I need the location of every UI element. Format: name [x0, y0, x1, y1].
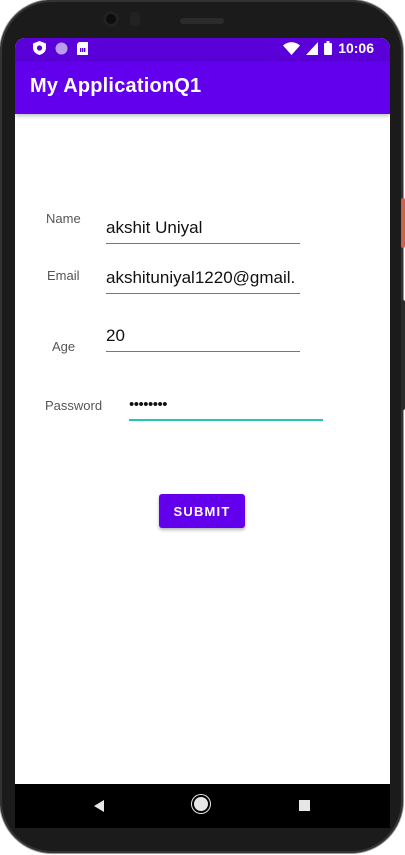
home-icon[interactable]: [194, 797, 208, 811]
submit-button[interactable]: SUBMIT: [159, 494, 245, 528]
email-value: akshituniyal1220@gmail.: [106, 268, 296, 287]
app-bar: My ApplicationQ1: [15, 61, 390, 114]
status-bar: 10:06: [15, 38, 390, 61]
name-label: Name: [46, 211, 81, 226]
age-value: 20: [106, 326, 125, 345]
password-value: ••••••••: [129, 396, 168, 413]
screen: 10:06 My ApplicationQ1 Name akshit Uniya…: [15, 38, 390, 784]
recents-icon[interactable]: [299, 800, 310, 811]
email-label: Email: [47, 268, 80, 283]
volume-button: [401, 300, 405, 410]
navigation-bar: [15, 784, 390, 828]
email-input[interactable]: akshituniyal1220@gmail.: [106, 264, 300, 294]
sim-card-icon: [77, 41, 88, 55]
password-label: Password: [45, 398, 103, 413]
signal-icon: [306, 41, 319, 55]
wifi-icon: [283, 41, 301, 55]
name-input[interactable]: akshit Uniyal: [106, 214, 300, 244]
name-value: akshit Uniyal: [106, 218, 203, 237]
circle-icon: [55, 42, 68, 54]
shield-icon: [33, 41, 46, 55]
age-input[interactable]: 20: [106, 322, 300, 352]
back-icon[interactable]: [94, 800, 104, 812]
power-button: [401, 198, 405, 248]
age-label: Age: [52, 339, 76, 354]
status-left-icons: [33, 41, 88, 55]
earpiece-speaker: [180, 18, 224, 24]
sensor: [130, 12, 140, 26]
battery-icon: [324, 41, 333, 55]
status-right-icons: 10:06: [283, 40, 374, 56]
password-input[interactable]: ••••••••: [129, 391, 323, 421]
app-title: My ApplicationQ1: [30, 75, 202, 97]
front-camera: [103, 11, 119, 27]
status-time: 10:06: [338, 40, 374, 56]
